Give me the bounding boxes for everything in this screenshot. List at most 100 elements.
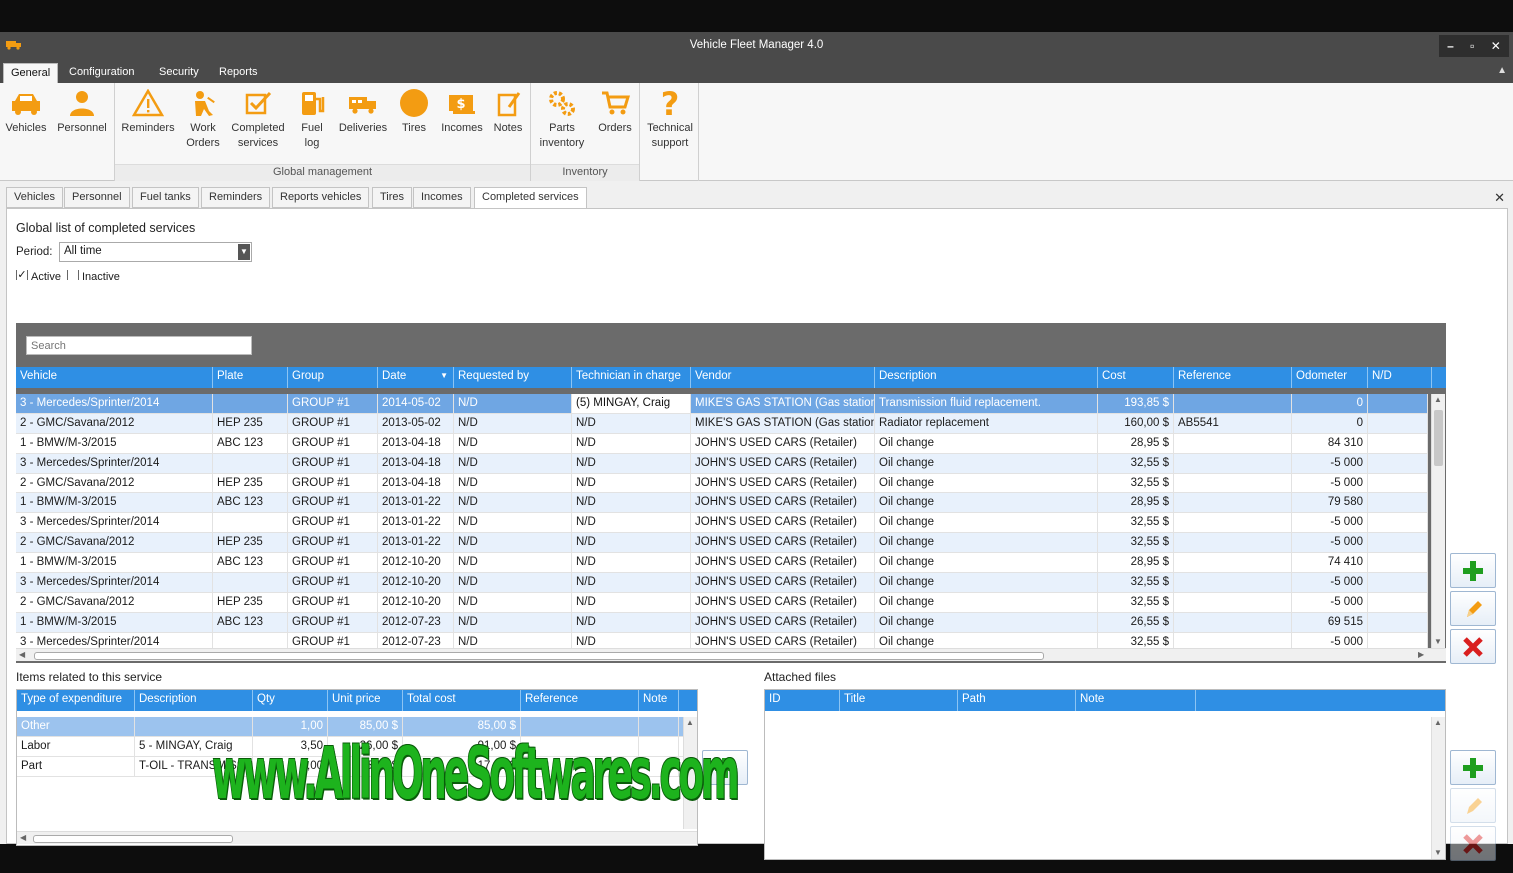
delete-file-button[interactable] [1450, 826, 1496, 861]
hscroll-thumb[interactable] [34, 652, 1044, 660]
period-select[interactable]: All time ▼ [59, 242, 252, 262]
table-cell [1174, 453, 1292, 473]
col-description[interactable]: Description [875, 367, 1098, 388]
scroll-up-icon[interactable]: ▲ [1434, 718, 1442, 727]
tab-reminders[interactable]: Reminders [201, 187, 271, 208]
ribbon-collapse-icon[interactable]: ▲ [1497, 65, 1507, 76]
add-file-button[interactable] [1450, 750, 1496, 785]
table-row[interactable]: 3 - Mercedes/Sprinter/2014 GROUP #1 2014-0… [16, 394, 1428, 414]
search-input[interactable] [26, 336, 252, 355]
services-vertical-scrollbar[interactable]: ▲ ▼ [1431, 394, 1445, 648]
table-row[interactable]: 3 - Mercedes/Sprinter/2014 GROUP #1 2013-0… [16, 453, 1428, 474]
completed-services-button[interactable]: Completed services [228, 89, 288, 151]
incomes-button[interactable]: $ Incomes [438, 89, 486, 136]
table-cell: GROUP #1 [288, 513, 378, 533]
col-qty[interactable]: Qty [253, 690, 328, 711]
ribbon-tab-general[interactable]: General [3, 63, 59, 83]
files-vertical-scrollbar[interactable]: ▲ ▼ [1431, 717, 1445, 859]
col-odometer[interactable]: Odometer [1292, 367, 1368, 388]
edit-service-button[interactable] [1450, 591, 1496, 626]
table-row[interactable]: 3 - Mercedes/Sprinter/2014 GROUP #1 2013-0… [16, 513, 1428, 534]
table-row[interactable]: 3 - Mercedes/Sprinter/2014 GROUP #1 2012-1… [16, 573, 1428, 593]
col-file-note[interactable]: Note [1076, 690, 1196, 711]
table-row[interactable]: 1 - BMW/M-3/2015 ABC 123 GROUP #1 2013-04-1… [16, 433, 1428, 454]
close-tab-icon[interactable]: ✕ [1494, 190, 1505, 206]
table-cell: 2012-10-20 [378, 553, 454, 573]
tab-reports-vehicles[interactable]: Reports vehicles [272, 187, 370, 208]
col-requested-by[interactable]: Requested by [454, 367, 572, 388]
minimize-button[interactable]: – [1447, 39, 1454, 53]
col-item-reference[interactable]: Reference [521, 690, 639, 711]
tab-fuel-tanks[interactable]: Fuel tanks [132, 187, 199, 208]
table-row[interactable]: 2 - GMC/Savana/2012 HEP 235 GROUP #1 2013-0… [16, 473, 1428, 494]
ribbon-tab-security[interactable]: Security [152, 63, 206, 83]
col-technician[interactable]: Technician in charge [572, 367, 691, 388]
tab-vehicles[interactable]: Vehicles [6, 187, 63, 208]
col-file-path[interactable]: Path [958, 690, 1076, 711]
table-cell: 3 - Mercedes/Sprinter/2014 [16, 632, 213, 648]
col-cost[interactable]: Cost [1098, 367, 1174, 388]
table-row[interactable]: 2 - GMC/Savana/2012 HEP 235 GROUP #1 2012-1… [16, 592, 1428, 613]
col-nd[interactable]: N/D [1368, 367, 1432, 388]
scroll-left-icon[interactable]: ◀ [20, 833, 26, 842]
col-reference[interactable]: Reference [1174, 367, 1292, 388]
col-plate[interactable]: Plate [213, 367, 288, 388]
orders-button[interactable]: Orders [594, 89, 636, 136]
edit-file-button[interactable] [1450, 788, 1496, 823]
ribbon-tab-reports[interactable]: Reports [212, 63, 265, 83]
close-window-button[interactable]: ✕ [1491, 39, 1501, 53]
fuel-label-1: Fuel [301, 122, 323, 134]
technical-support-button[interactable]: ? Technical support [642, 89, 698, 151]
scroll-thumb[interactable] [1434, 410, 1443, 466]
services-horizontal-scrollbar[interactable]: ◀ ▶ [16, 648, 1446, 661]
col-vendor[interactable]: Vendor [691, 367, 875, 388]
maximize-button[interactable]: ▫ [1470, 39, 1474, 53]
vehicles-button[interactable]: Vehicles [4, 89, 48, 136]
col-file-id[interactable]: ID [765, 690, 840, 711]
table-row[interactable]: 2 - GMC/Savana/2012 HEP 235 GROUP #1 2013-0… [16, 533, 1428, 554]
personnel-button[interactable]: Personnel [54, 89, 110, 136]
col-total-cost[interactable]: Total cost [403, 690, 521, 711]
tab-personnel[interactable]: Personnel [64, 187, 130, 208]
delete-service-button[interactable] [1450, 629, 1496, 664]
col-unit-price[interactable]: Unit price [328, 690, 403, 711]
deliveries-button[interactable]: Deliveries [336, 89, 390, 136]
work-orders-button[interactable]: Work Orders [180, 89, 226, 151]
active-checkbox[interactable]: ✓ Active [16, 270, 61, 280]
table-cell: HEP 235 [213, 592, 288, 612]
col-vehicle[interactable]: Vehicle [16, 367, 213, 388]
active-label: Active [31, 271, 61, 280]
notes-button[interactable]: Notes [490, 89, 526, 136]
table-row[interactable]: 1 - BMW/M-3/2015 ABC 123 GROUP #1 2013-01-2… [16, 493, 1428, 514]
table-row[interactable]: 3 - Mercedes/Sprinter/2014 GROUP #1 2012-0… [16, 632, 1428, 648]
tires-button[interactable]: Tires [396, 89, 432, 136]
reminders-button[interactable]: Reminders [119, 89, 177, 136]
parts-inventory-button[interactable]: Parts inventory [534, 89, 590, 151]
add-service-button[interactable] [1450, 553, 1496, 588]
items-horizontal-scrollbar[interactable]: ◀ [17, 831, 697, 844]
scroll-up-icon[interactable]: ▲ [686, 718, 694, 727]
table-row[interactable]: 1 - BMW/M-3/2015 ABC 123 GROUP #1 2012-07-2… [16, 612, 1428, 633]
col-file-title[interactable]: Title [840, 690, 958, 711]
table-cell: GROUP #1 [288, 394, 378, 413]
ribbon-tab-configuration[interactable]: Configuration [62, 63, 141, 83]
table-row[interactable]: 2 - GMC/Savana/2012 HEP 235 GROUP #1 2013-0… [16, 413, 1428, 434]
tab-incomes[interactable]: Incomes [413, 187, 471, 208]
tab-tires[interactable]: Tires [372, 187, 413, 208]
col-type-expenditure[interactable]: Type of expenditure [17, 690, 135, 711]
col-item-note[interactable]: Note [639, 690, 679, 711]
col-group[interactable]: Group [288, 367, 378, 388]
fuel-log-button[interactable]: Fuel log [294, 89, 330, 151]
hscroll-thumb[interactable] [33, 835, 233, 843]
tab-completed-services[interactable]: Completed services [474, 187, 587, 209]
scroll-left-icon[interactable]: ◀ [19, 650, 25, 659]
col-date[interactable]: Date ▼ [378, 367, 454, 388]
inactive-checkbox[interactable]: Inactive [67, 270, 120, 280]
scroll-right-icon[interactable]: ▶ [1418, 650, 1424, 659]
table-row[interactable]: 1 - BMW/M-3/2015 ABC 123 GROUP #1 2012-10-2… [16, 553, 1428, 574]
scroll-up-icon[interactable]: ▲ [1434, 395, 1442, 404]
col-item-description[interactable]: Description [135, 690, 253, 711]
scroll-down-icon[interactable]: ▼ [1434, 637, 1442, 646]
table-cell: N/D [454, 413, 572, 433]
scroll-down-icon[interactable]: ▼ [1434, 848, 1442, 857]
